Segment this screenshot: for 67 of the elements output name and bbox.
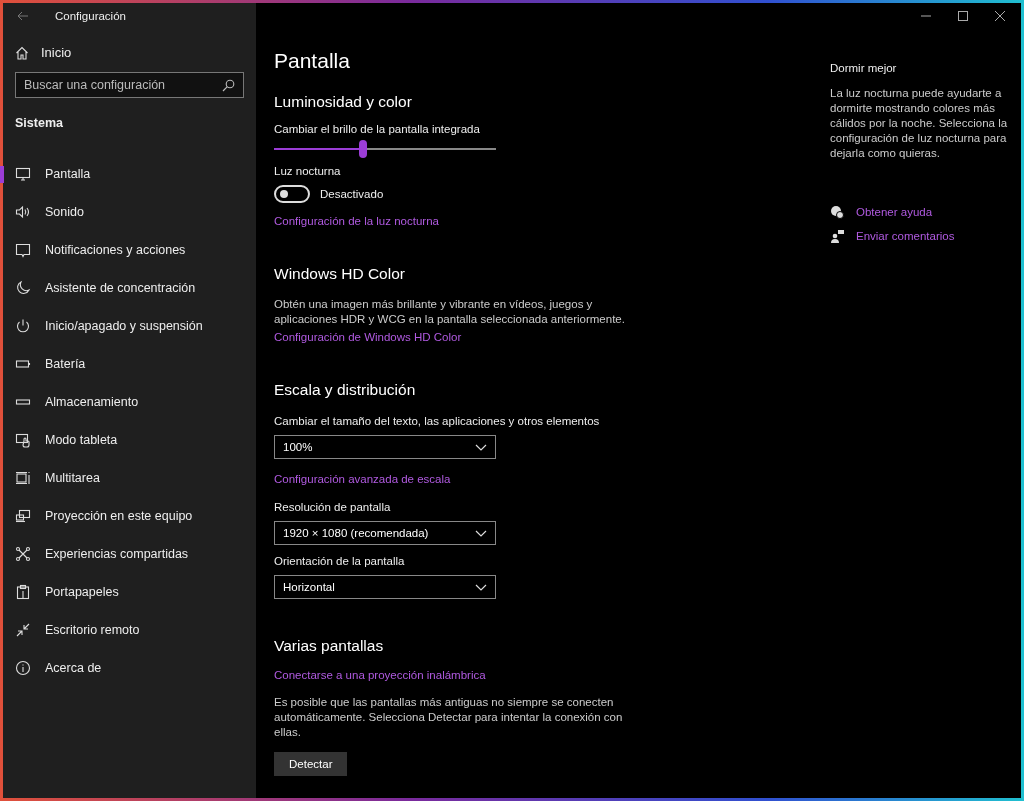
monitor-icon: [15, 166, 31, 182]
section-heading: Windows HD Color: [274, 265, 405, 283]
dropdown-label: Resolución de pantalla: [274, 501, 391, 513]
aside-heading: Dormir mejor: [830, 62, 898, 74]
sidebar-item[interactable]: Proyección en este equipo: [3, 497, 256, 535]
sidebar-item[interactable]: Almacenamiento: [3, 383, 256, 421]
resolution-dropdown[interactable]: 1920 × 1080 (recomendada): [274, 521, 496, 545]
message-icon: [15, 242, 31, 258]
brightness-slider[interactable]: [274, 139, 496, 159]
aside-link[interactable]: Enviar comentarios: [856, 230, 955, 242]
sidebar-item[interactable]: Asistente de concentración: [3, 269, 256, 307]
tablet-icon: [15, 432, 31, 448]
dropdown-label: Cambiar el tamaño del texto, las aplicaciones y otros elementos: [274, 415, 600, 427]
aside-description: La luz nocturna puede ayudarte a dormirte mostrando colores más cálidos por la noche. Selecciona la configuración de luz nocturna para dejarla como quieras.: [830, 86, 1009, 161]
orientation-dropdown[interactable]: Horizontal: [274, 575, 496, 599]
chevron-down-icon: [475, 583, 487, 591]
hd-color-settings-link[interactable]: Configuración de Windows HD Color: [274, 331, 462, 343]
project-icon: [15, 508, 31, 524]
toggle-label: Luz nocturna: [274, 165, 341, 177]
moon-icon: [15, 280, 31, 296]
help-chat-icon: [830, 205, 844, 219]
sidebar-item[interactable]: Experiencias compartidas: [3, 535, 256, 573]
feedback-person-icon: [830, 229, 844, 243]
search-field[interactable]: Buscar una configuración: [15, 72, 244, 98]
page-title: Pantalla: [274, 49, 350, 73]
power-icon: [15, 318, 31, 334]
toggle-state: Desactivado: [320, 188, 384, 200]
chevron-down-icon: [475, 443, 487, 451]
chevron-down-icon: [475, 529, 487, 537]
detect-button[interactable]: Detectar: [274, 752, 348, 776]
hd-color-description: Obtén una imagen más brillante y vibrante en vídeos, juegos y aplicaciones HDR y WCG en la pantalla seleccionada anteriormente.: [274, 297, 626, 327]
sidebar-item[interactable]: Acerca de: [3, 649, 256, 687]
advanced-scale-link[interactable]: Configuración avanzada de escala: [274, 473, 451, 485]
sidebar-item[interactable]: Modo tableta: [3, 421, 256, 459]
scale-dropdown[interactable]: 100%: [274, 435, 496, 459]
maximize-icon[interactable]: [958, 11, 968, 21]
close-icon[interactable]: [995, 11, 1005, 21]
home-nav-item[interactable]: Inicio: [15, 45, 72, 60]
sidebar-item[interactable]: Multitarea: [3, 459, 256, 497]
remote-icon: [15, 622, 31, 638]
sidebar-item[interactable]: Inicio/apagado y suspensión: [3, 307, 256, 345]
section-heading: Sistema: [15, 116, 63, 130]
shared-icon: [15, 546, 31, 562]
slider-thumb[interactable]: [358, 140, 367, 158]
night-light-toggle[interactable]: [274, 185, 310, 203]
multiple-displays-description: Es posible que las pantallas más antiguas no siempre se conecten automáticamente. Selecciona Detectar para intentar la conexión con ellas.: [274, 695, 624, 740]
sidebar-item[interactable]: Portapapeles: [3, 573, 256, 611]
clipboard-icon: [15, 584, 31, 600]
speaker-icon: [15, 204, 31, 220]
sidebar-item[interactable]: Escritorio remoto: [3, 611, 256, 649]
sidebar-item[interactable]: Notificaciones y acciones: [3, 231, 256, 269]
section-heading: Varias pantallas: [274, 637, 384, 655]
slider-label: Cambiar el brillo de la pantalla integrada: [274, 123, 480, 135]
sidebar-item[interactable]: Sonido: [3, 193, 256, 231]
window-title: Configuración: [55, 10, 126, 22]
info-icon: [15, 660, 31, 676]
section-heading: Luminosidad y color: [274, 93, 412, 111]
multitask-icon: [15, 470, 31, 486]
aside-link[interactable]: Obtener ayuda: [856, 206, 933, 218]
sidebar-item[interactable]: Batería: [3, 345, 256, 383]
night-light-settings-link[interactable]: Configuración de la luz nocturna: [274, 215, 439, 227]
section-heading: Escala y distribución: [274, 381, 416, 399]
back-arrow-icon[interactable]: [17, 11, 29, 21]
dropdown-label: Orientación de la pantalla: [274, 555, 405, 567]
wireless-display-link[interactable]: Conectarse a una proyección inalámbrica: [274, 669, 486, 681]
search-icon: [222, 79, 235, 92]
home-icon: [15, 45, 29, 60]
